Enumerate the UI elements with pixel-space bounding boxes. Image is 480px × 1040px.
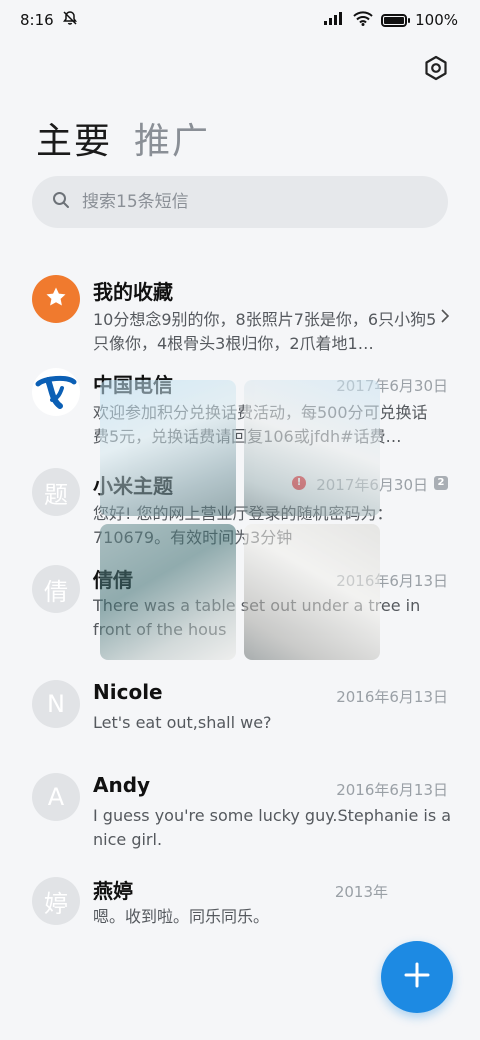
conversation-preview: There was a table set out under a tree i… xyxy=(93,596,421,639)
status-time: 8:16 xyxy=(20,11,54,29)
tab-promotions[interactable]: 推广 xyxy=(134,112,210,164)
search-icon xyxy=(52,191,70,213)
status-bar: 8:16 100% xyxy=(0,0,480,40)
conversation-name: Nicole xyxy=(93,680,163,704)
wifi-icon xyxy=(353,10,373,30)
conversation-preview: 欢迎参加积分兑换话费活动，每500分可兑换话费5元，兑换话费请回复106或jfd… xyxy=(93,403,428,446)
plus-icon xyxy=(403,961,431,993)
conversation-date: 2013年 xyxy=(334,883,388,901)
star-icon xyxy=(44,285,68,313)
settings-hexagon-icon xyxy=(423,55,449,85)
avatar: 倩 xyxy=(32,565,80,613)
conversation-name: 我的收藏 xyxy=(93,280,173,304)
sim-badge: 2 xyxy=(434,476,448,490)
conversation-date: 2016年6月13日 xyxy=(336,688,448,706)
conversation-favorites[interactable]: 我的收藏 10分想念9别的你，8张照片7张是你，6只小狗5只像你，4根骨头3根归… xyxy=(0,258,480,353)
conversation-name: 燕婷 xyxy=(93,879,133,903)
conversation-china-telecom[interactable]: 中国电信 2017年6月30日 欢迎参加积分兑换话费活动，每500分可兑换话费5… xyxy=(0,351,480,446)
conversation-preview: 嗯。收到啦。同乐同乐。 xyxy=(93,907,270,926)
avatar: 题 xyxy=(32,468,80,516)
search-input[interactable] xyxy=(82,192,402,212)
conversation-date: 2016年6月13日 xyxy=(336,781,448,799)
conversation-list: 我的收藏 10分想念9别的你，8张照片7张是你，6只小狗5只像你，4根骨头3根归… xyxy=(0,258,480,972)
tab-primary[interactable]: 主要 xyxy=(36,112,112,164)
conversation-qianqian[interactable]: 倩 倩倩 2016年6月13日 There was a table set ou… xyxy=(0,554,480,669)
settings-button[interactable] xyxy=(422,55,450,85)
conversation-mi-theme[interactable]: 题 小米主题 ! 2017年6月30日 2 您好! 您的网上营业厅登录的随机密码… xyxy=(0,444,480,554)
conversation-preview: 10分想念9别的你，8张照片7张是你，6只小狗5只像你，4根骨头3根归你，2爪着… xyxy=(93,310,437,353)
battery-icon xyxy=(381,13,411,27)
battery-percent: 100% xyxy=(415,11,458,29)
signal-icon xyxy=(323,11,345,29)
chevron-right-icon xyxy=(440,308,450,328)
china-telecom-logo-icon xyxy=(32,368,80,416)
conversation-name: Andy xyxy=(93,773,151,797)
tab-bar: 主要 推广 xyxy=(36,112,210,164)
conversation-preview: I guess you're some lucky guy.Stephanie … xyxy=(93,806,452,849)
conversation-andy[interactable]: A Andy 2016年6月13日 I guess you're some lu… xyxy=(0,762,480,879)
conversation-date: 2016年6月13日 xyxy=(336,572,448,590)
conversation-name: 中国电信 xyxy=(93,373,173,397)
new-message-button[interactable] xyxy=(381,941,453,1013)
conversation-date: 2017年6月30日 xyxy=(316,476,428,494)
search-bar[interactable] xyxy=(32,176,448,228)
avatar: 婷 xyxy=(32,877,80,925)
avatar xyxy=(32,368,80,416)
conversation-nicole[interactable]: N Nicole 2016年6月13日 Let's eat out,shall … xyxy=(0,669,480,762)
send-error-icon: ! xyxy=(292,476,306,490)
avatar: A xyxy=(32,773,80,821)
conversation-preview: 您好! 您的网上营业厅登录的随机密码为：710679。有效时间为3分钟 xyxy=(93,504,393,547)
conversation-name: 倩倩 xyxy=(93,568,133,592)
bell-off-icon xyxy=(62,10,78,30)
conversation-preview: Let's eat out,shall we? xyxy=(93,713,272,732)
avatar: N xyxy=(32,680,80,728)
avatar xyxy=(32,275,80,323)
conversation-name: 小米主题 xyxy=(93,474,173,498)
conversation-date: 2017年6月30日 xyxy=(336,377,448,395)
